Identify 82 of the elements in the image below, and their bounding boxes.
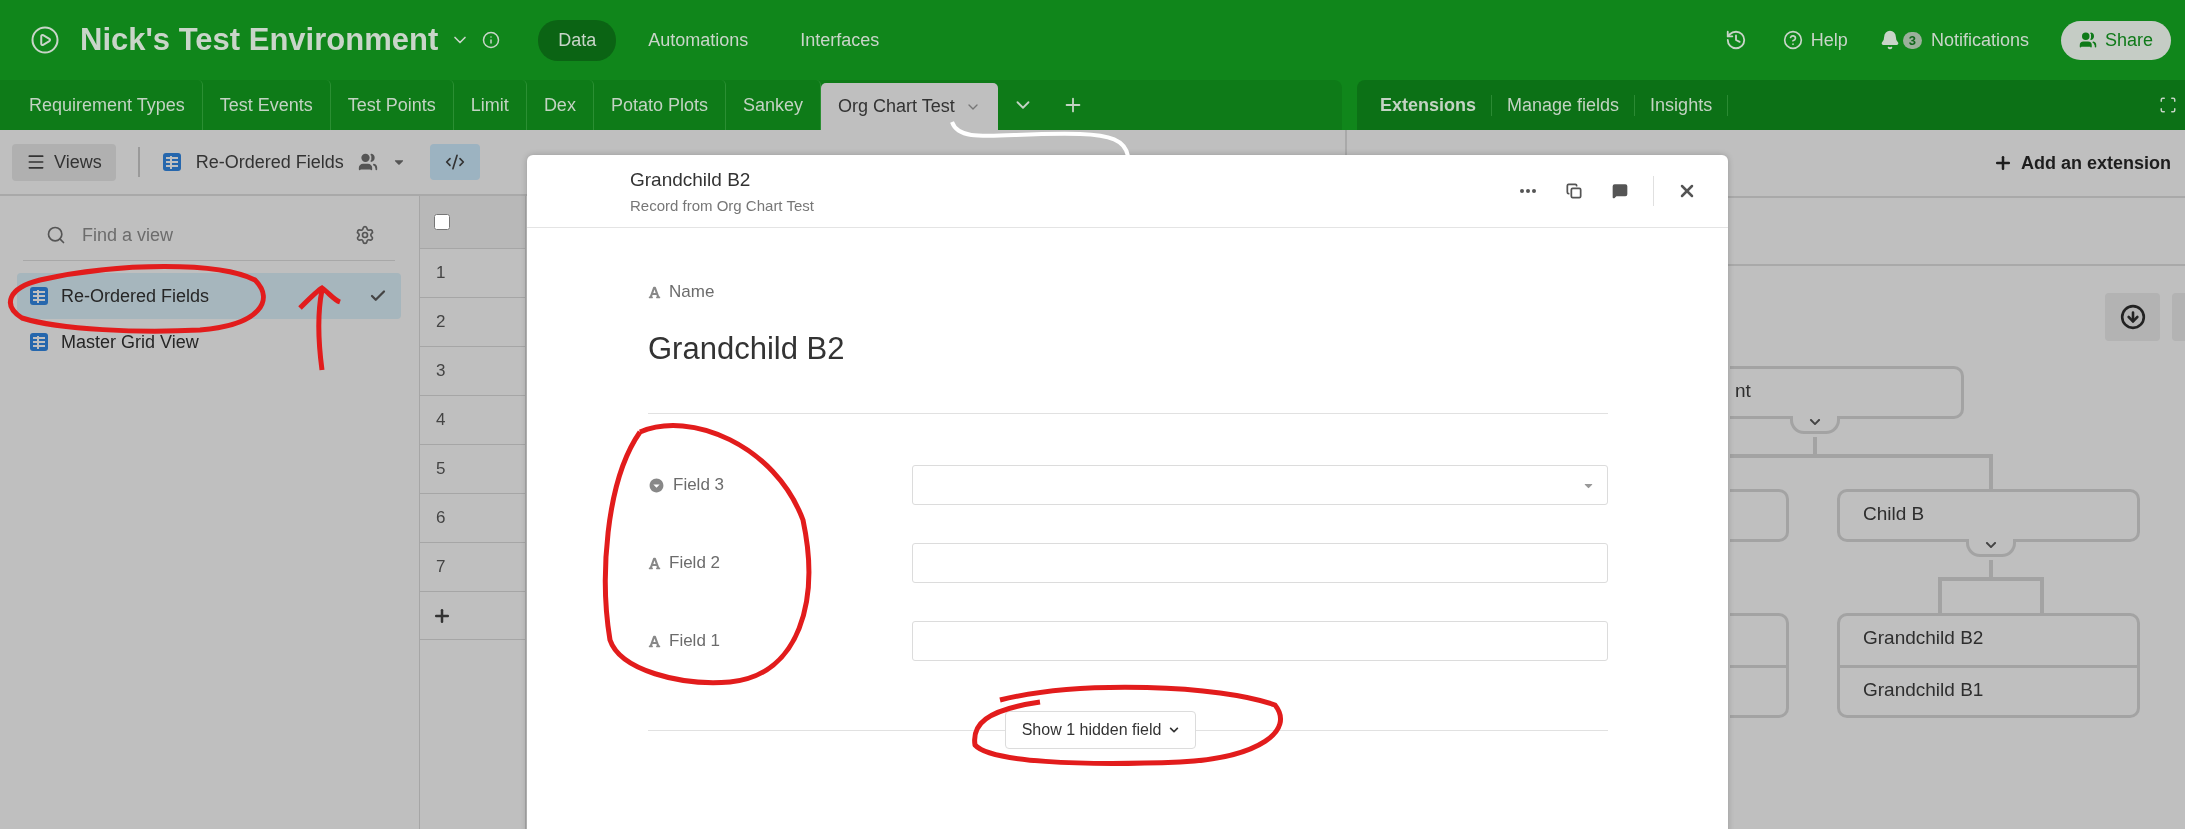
help-link[interactable]: Help: [1772, 23, 1858, 57]
row-number: 2: [420, 298, 525, 347]
download-icon: [2119, 304, 2146, 330]
record-subtitle: Record from Org Chart Test: [630, 196, 815, 214]
share-button[interactable]: Share: [2060, 20, 2171, 60]
field-label: Field 2: [648, 553, 912, 573]
grid-icon: [29, 332, 49, 352]
chevron-down-icon: [1809, 416, 1821, 428]
search-icon: [46, 225, 66, 245]
help-icon: [1782, 30, 1803, 50]
fullscreen-icon[interactable]: [2159, 96, 2177, 114]
grid-icon: [29, 286, 49, 306]
table-tab[interactable]: Requirement Types: [12, 80, 203, 130]
users-icon: [2078, 31, 2097, 49]
row-number: 7: [420, 543, 525, 592]
dropdown-icon: [648, 476, 665, 494]
table-tab[interactable]: Org Chart Test: [821, 83, 998, 130]
show-hidden-fields-button[interactable]: Show 1 hidden field: [1004, 711, 1197, 749]
table-tab[interactable]: Test Points: [330, 80, 454, 130]
history-icon[interactable]: [1724, 29, 1747, 51]
row-number: 3: [420, 347, 525, 396]
table-tab[interactable]: Test Events: [202, 80, 331, 130]
org-node-label: Grandchild B2: [1863, 627, 1984, 649]
select-all-checkbox[interactable]: [434, 214, 450, 230]
views-button[interactable]: Views: [12, 143, 116, 181]
grid-icon: [161, 152, 182, 172]
panel-tab[interactable]: Insights: [1635, 94, 1729, 116]
field-label: Field 3: [648, 475, 912, 495]
code-button[interactable]: [429, 144, 480, 180]
code-icon: [444, 152, 465, 172]
org-node-stack[interactable]: [1837, 613, 2140, 718]
panel-tab[interactable]: Manage fields: [1492, 94, 1636, 116]
org-node[interactable]: [1837, 489, 2140, 542]
org-node[interactable]: [1730, 366, 1964, 419]
ellipsis-icon: [1520, 189, 1536, 193]
users-icon: [357, 152, 378, 172]
menu-icon: [26, 152, 46, 172]
settings-icon[interactable]: [355, 225, 375, 245]
table-tab[interactable]: Potato Plots: [593, 80, 726, 130]
chevron-down-icon: [1169, 725, 1180, 735]
font-icon: [648, 634, 661, 648]
nav-tab[interactable]: Automations: [628, 19, 769, 61]
add-extension-button[interactable]: Add an extension: [1986, 151, 2177, 175]
panel-tab[interactable]: Extensions: [1365, 94, 1493, 116]
info-icon[interactable]: [482, 31, 501, 49]
font-icon: [648, 285, 661, 299]
chevron-down-icon: [1985, 539, 1997, 551]
table-tab[interactable]: Limit: [453, 80, 527, 130]
record-title: Grandchild B2: [630, 168, 752, 191]
org-node-label: Grandchild B1: [1863, 679, 1984, 701]
find-view-field[interactable]: Find a view: [80, 223, 341, 247]
input-field[interactable]: [912, 621, 1608, 661]
notification-count: 3: [1902, 31, 1922, 49]
notifications-link[interactable]: 3 Notifications: [1869, 23, 2039, 57]
input-field[interactable]: [912, 543, 1608, 583]
org-node[interactable]: [1730, 489, 1789, 542]
org-node-label: Child B: [1863, 503, 1925, 525]
play-icon[interactable]: [30, 25, 60, 55]
expand-toggle[interactable]: [1790, 416, 1840, 434]
copy-icon: [1566, 183, 1582, 199]
row-number: 6: [420, 494, 525, 543]
nav-tab[interactable]: Data: [538, 19, 617, 61]
download-button[interactable]: [2105, 293, 2160, 341]
org-node-label: nt: [1735, 380, 1751, 402]
view-item[interactable]: Re-Ordered Fields: [17, 273, 401, 319]
nav-tab[interactable]: Interfaces: [780, 19, 900, 61]
record-name-value[interactable]: Grandchild B2: [648, 331, 1608, 367]
row-number: 5: [420, 445, 525, 494]
field-label: Field 1: [648, 631, 912, 651]
row-number: 1: [420, 249, 525, 298]
comment-icon: [1612, 183, 1628, 199]
view-item[interactable]: Master Grid View: [17, 319, 401, 365]
expand-toggle[interactable]: [1966, 539, 2016, 557]
table-tab[interactable]: Dex: [526, 80, 594, 130]
org-node-stack[interactable]: [1730, 613, 1789, 718]
name-field-label: Name: [648, 282, 1608, 302]
row-number: 4: [420, 396, 525, 445]
bell-icon: [1879, 30, 1900, 50]
select-field[interactable]: [912, 465, 1608, 505]
current-view-name[interactable]: Re-Ordered Fields: [195, 151, 344, 173]
font-icon: [648, 556, 661, 570]
base-title: Nick's Test Environment: [80, 22, 439, 58]
